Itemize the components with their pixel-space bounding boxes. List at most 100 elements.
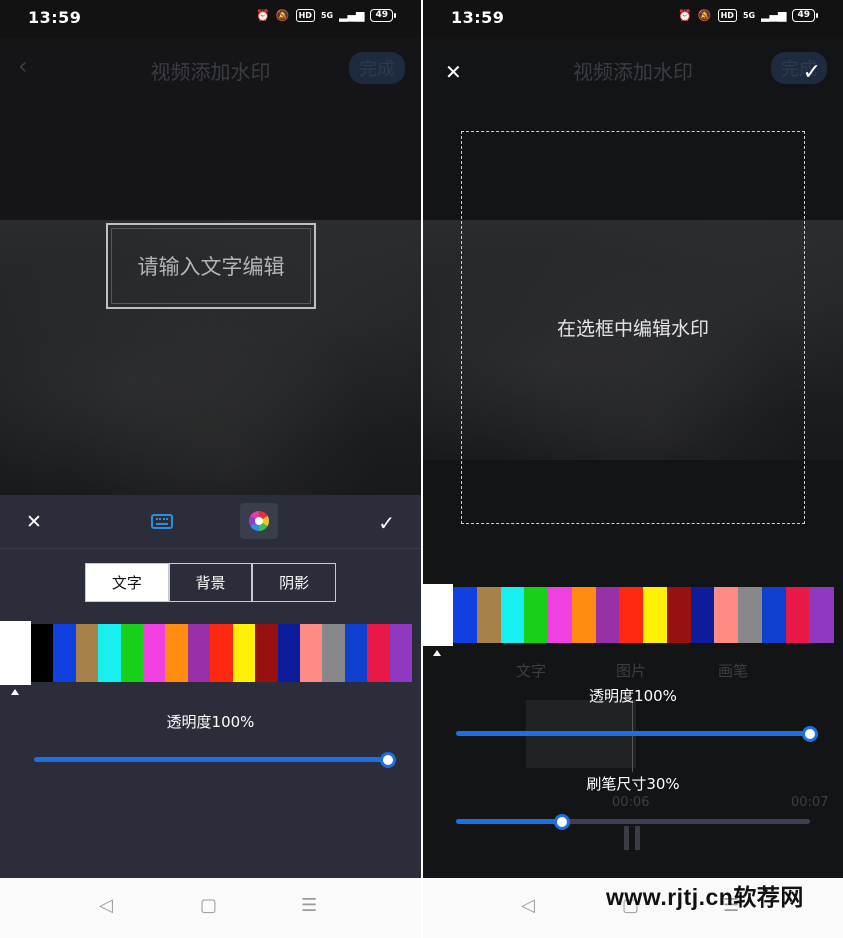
behind-tab-text: 文字: [516, 662, 547, 680]
hd-icon: HD: [717, 9, 737, 22]
selected-color-marker: [433, 650, 441, 656]
watermark-text-input[interactable]: 请输入文字编辑: [106, 223, 316, 309]
color-swatch[interactable]: [389, 624, 413, 682]
status-bar: 13:59 ⏰ 🔕 HD 5G ▂▄▆ 49: [0, 0, 421, 38]
hd-icon: HD: [295, 9, 315, 22]
color-swatch[interactable]: [187, 624, 211, 682]
behind-tab-image: 图片: [616, 662, 647, 680]
color-swatch[interactable]: [232, 624, 256, 682]
mute-icon: 🔕: [275, 9, 290, 22]
signal-icon: ▂▄▆: [761, 9, 787, 22]
opacity-label: 透明度100%: [166, 713, 255, 731]
color-swatch[interactable]: [761, 587, 786, 643]
right-screen: 13:59 ⏰ 🔕 HD 5G ▂▄▆ 49 ✕ 视频添加水印 完成 ✓ 在选框…: [423, 0, 843, 938]
color-swatch[interactable]: [75, 624, 99, 682]
status-icons: ⏰ 🔕 HD 5G ▂▄▆ 49: [678, 9, 818, 22]
color-swatch[interactable]: [255, 624, 279, 682]
opacity-label: 透明度100%: [589, 687, 677, 705]
color-swatch[interactable]: [277, 624, 301, 682]
style-tabs: 文字 背景 阴影: [85, 563, 336, 602]
battery-icon: 49: [370, 9, 396, 22]
color-swatch[interactable]: [548, 587, 573, 643]
done-button[interactable]: 完成: [349, 52, 405, 84]
color-swatch[interactable]: [643, 587, 668, 643]
close-icon[interactable]: ✕: [26, 511, 42, 533]
selected-color-marker: [11, 689, 19, 695]
color-swatch[interactable]: [344, 624, 368, 682]
alarm-icon: ⏰: [678, 9, 692, 22]
color-swatch[interactable]: [120, 624, 144, 682]
status-bar: 13:59 ⏰ 🔕 HD 5G ▂▄▆ 49: [423, 0, 843, 38]
color-swatch[interactable]: [785, 587, 810, 643]
check-icon[interactable]: ✓: [378, 511, 395, 535]
color-swatch[interactable]: [299, 624, 323, 682]
text-input-placeholder: 请输入文字编辑: [137, 255, 285, 279]
color-swatch[interactable]: [571, 587, 596, 643]
timeline-playhead: [632, 700, 633, 772]
total-time: 00:07: [791, 795, 829, 810]
edit-toolbar: ✕ ✓: [0, 495, 421, 549]
color-swatch[interactable]: [500, 587, 525, 643]
keyboard-icon[interactable]: [151, 514, 173, 529]
color-swatch[interactable]: [809, 587, 834, 643]
status-icons: ⏰ 🔕 HD 5G ▂▄▆ 49: [256, 9, 396, 22]
tab-text[interactable]: 文字: [86, 564, 170, 601]
color-swatch[interactable]: [98, 624, 122, 682]
color-palette: [0, 621, 413, 685]
opacity-slider[interactable]: [456, 726, 818, 742]
brush-size-slider[interactable]: [456, 814, 810, 830]
alarm-icon: ⏰: [256, 9, 270, 22]
color-swatch[interactable]: [31, 624, 54, 682]
selected-color-swatch[interactable]: [423, 584, 453, 646]
color-swatch[interactable]: [595, 587, 620, 643]
color-swatch[interactable]: [666, 587, 691, 643]
brush-size-label: 刷笔尺寸30%: [586, 775, 680, 793]
status-time: 13:59: [451, 8, 505, 27]
color-swatch[interactable]: [714, 587, 739, 643]
color-palette: [423, 584, 834, 646]
nav-back-icon[interactable]: ◁: [99, 895, 113, 916]
color-tab-button[interactable]: [240, 503, 278, 539]
color-swatch[interactable]: [476, 587, 501, 643]
status-time: 13:59: [28, 8, 82, 27]
color-swatch[interactable]: [367, 624, 391, 682]
nav-home-icon[interactable]: ▢: [200, 895, 217, 916]
color-wheel-icon: [249, 511, 269, 531]
color-swatch[interactable]: [453, 587, 478, 643]
watermark-draw-frame[interactable]: 在选框中编辑水印: [461, 131, 805, 524]
color-swatch[interactable]: [738, 587, 763, 643]
color-swatch[interactable]: [619, 587, 644, 643]
check-icon[interactable]: ✓: [803, 60, 821, 85]
opacity-slider-thumb[interactable]: [802, 726, 818, 742]
color-swatch[interactable]: [690, 587, 715, 643]
color-swatch[interactable]: [165, 624, 189, 682]
system-nav-bar: ◁ ▢ ☰: [0, 878, 421, 938]
color-swatch[interactable]: [322, 624, 346, 682]
color-swatch[interactable]: [143, 624, 166, 682]
title-bar: ‹ 视频添加水印 完成: [0, 38, 421, 98]
nav-menu-icon[interactable]: ☰: [301, 895, 317, 916]
brush-size-slider-thumb[interactable]: [554, 814, 571, 830]
frame-hint: 在选框中编辑水印: [556, 318, 709, 340]
opacity-slider[interactable]: [34, 752, 396, 768]
mute-icon: 🔕: [697, 9, 712, 22]
nav-back-icon[interactable]: ◁: [521, 895, 535, 916]
network-label: 5G: [742, 11, 756, 20]
title-bar: ✕ 视频添加水印 完成 ✓: [423, 38, 843, 98]
tab-background[interactable]: 背景: [170, 564, 254, 601]
opacity-slider-fill: [456, 731, 810, 736]
pause-icon: [623, 826, 641, 850]
brush-size-slider-fill: [456, 819, 563, 824]
color-swatch[interactable]: [210, 624, 234, 682]
site-watermark: www.rjtj.cn软荐网: [606, 884, 804, 910]
text-edit-panel: ✕ ✓ 文字 背景 阴影 透明度100%: [0, 495, 421, 878]
battery-icon: 49: [792, 9, 818, 22]
opacity-slider-thumb[interactable]: [380, 752, 396, 768]
color-swatch[interactable]: [53, 624, 77, 682]
current-time: 00:06: [612, 795, 650, 810]
color-swatch[interactable]: [524, 587, 549, 643]
selected-color-swatch[interactable]: [0, 621, 31, 685]
signal-icon: ▂▄▆: [339, 9, 365, 22]
behind-tab-brush: 画笔: [718, 662, 749, 680]
tab-shadow[interactable]: 阴影: [253, 564, 335, 601]
